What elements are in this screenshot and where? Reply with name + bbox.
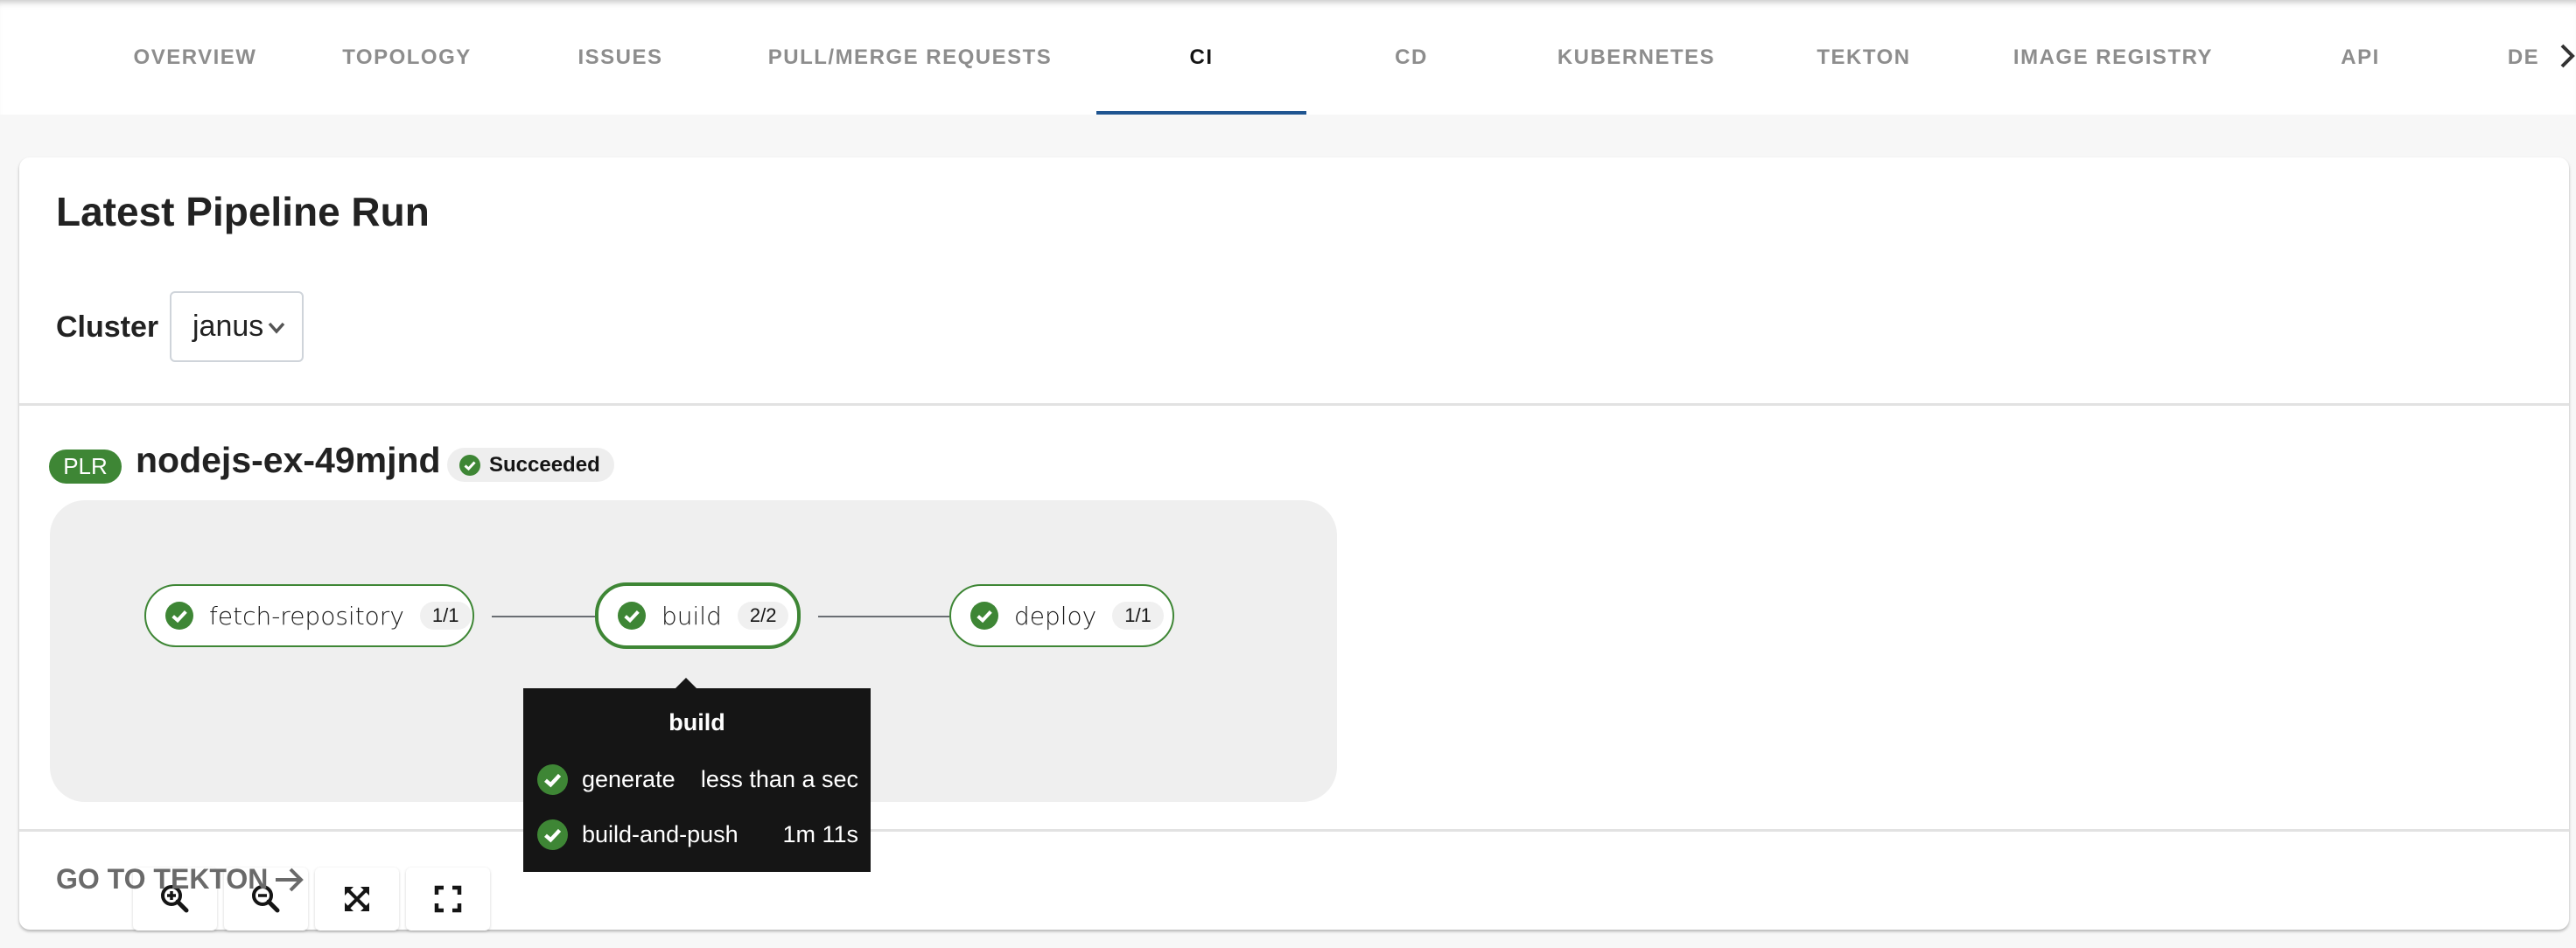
cluster-label: Cluster [56, 310, 159, 344]
pipeline-node-deploy[interactable]: deploy 1/1 [949, 584, 1174, 647]
chevron-right-icon [2560, 44, 2575, 68]
tooltip-arrow [674, 678, 698, 690]
check-circle-icon [618, 602, 646, 630]
check-circle-icon [970, 602, 998, 630]
section-divider [19, 403, 2569, 406]
tab-topology[interactable]: TOPOLOGY [324, 0, 490, 115]
node-label: deploy [1014, 601, 1097, 631]
tab-bar: OVERVIEW TOPOLOGY ISSUES PULL/MERGE REQU… [0, 0, 2576, 115]
expand-arrows-icon [345, 887, 369, 911]
tab-kubernetes[interactable]: KUBERNETES [1540, 0, 1732, 115]
reset-view-button[interactable] [406, 868, 490, 931]
tab-image-registry[interactable]: IMAGE REGISTRY [1986, 0, 2240, 115]
tab-de[interactable]: DE [2485, 0, 2562, 115]
step-duration: less than a sec [700, 765, 858, 792]
go-to-tekton-label: GO TO TEKTON [56, 863, 269, 895]
tab-scroll-right-button[interactable] [2560, 42, 2576, 70]
tab-issues[interactable]: ISSUES [542, 0, 698, 115]
go-to-tekton-link[interactable]: GO TO TEKTON [56, 863, 304, 896]
plr-badge: PLR [49, 450, 122, 484]
node-task-count: 1/1 [1112, 602, 1164, 630]
pipeline-run-name[interactable]: nodejs-ex-49mjnd [136, 440, 441, 481]
tooltip-title: build [668, 709, 725, 735]
tooltip-step-row: generate less than a sec [537, 763, 858, 795]
task-tooltip: build generate less than a sec build-and… [523, 678, 871, 872]
tab-overview[interactable]: OVERVIEW [114, 0, 276, 115]
chevron-down-icon [268, 322, 285, 334]
latest-pipeline-run-card: Latest Pipeline Run Cluster janus PLR no… [19, 157, 2569, 931]
cluster-select-value: janus [192, 310, 264, 343]
fullscreen-icon [434, 885, 462, 913]
active-tab-indicator [1096, 111, 1306, 115]
tab-tekton[interactable]: TEKTON [1785, 0, 1942, 115]
node-task-count: 1/1 [419, 602, 472, 630]
card-title: Latest Pipeline Run [56, 189, 430, 234]
step-name: build-and-push [582, 820, 738, 847]
fit-to-screen-button[interactable] [315, 868, 399, 931]
tooltip-step-row: build-and-push 1m 11s [537, 819, 858, 850]
tab-api[interactable]: API [2292, 0, 2428, 115]
check-circle-icon [165, 602, 193, 630]
arrow-right-icon [276, 868, 304, 891]
pipeline-edge [818, 616, 949, 617]
status-text: Succeeded [489, 452, 600, 477]
step-name: generate [582, 765, 676, 792]
tab-cd[interactable]: CD [1348, 0, 1475, 115]
cluster-select[interactable]: janus [170, 291, 304, 362]
node-label: build [662, 601, 722, 631]
step-duration: 1m 11s [782, 820, 858, 847]
tab-ci[interactable]: CI [1096, 0, 1306, 115]
tab-pull-merge-requests[interactable]: PULL/MERGE REQUESTS [752, 0, 1068, 115]
check-circle-icon [459, 454, 480, 476]
pipeline-node-fetch-repository[interactable]: fetch-repository 1/1 [144, 584, 474, 647]
check-circle-icon [537, 819, 568, 850]
node-task-count: 2/2 [737, 602, 789, 630]
check-circle-icon [537, 763, 568, 795]
pipeline-node-build[interactable]: build 2/2 [595, 582, 801, 649]
status-badge: Succeeded [447, 448, 614, 482]
footer-divider [19, 829, 2569, 832]
node-label: fetch-repository [209, 601, 404, 631]
